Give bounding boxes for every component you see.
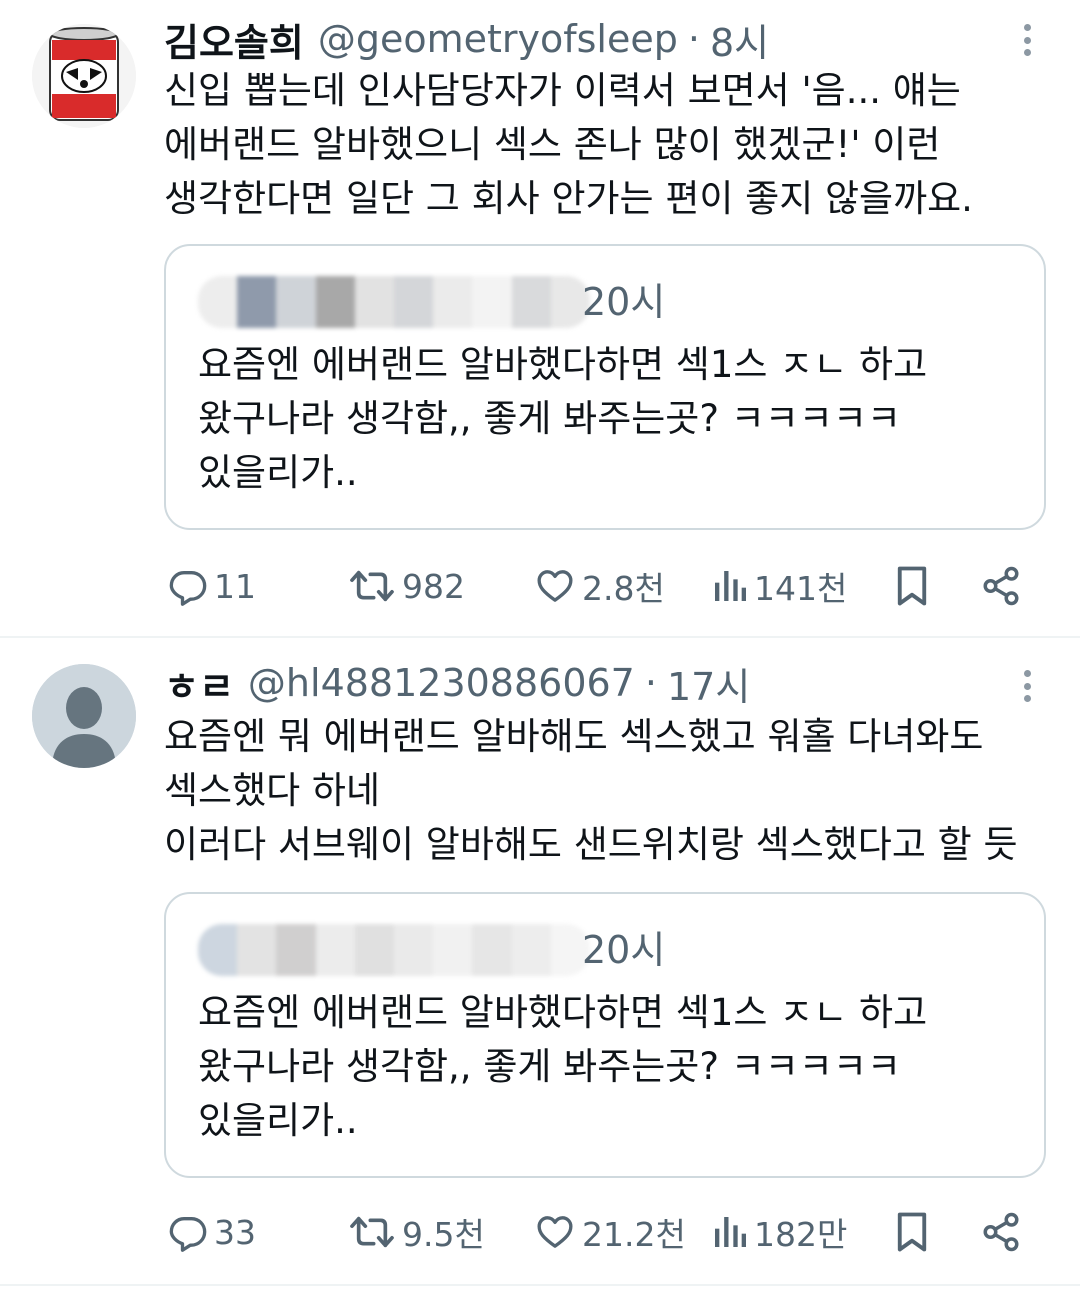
tweet-time[interactable]: 17시 [667,656,750,711]
author-handle[interactable]: @geometryofsleep [318,17,678,61]
views-count: 182만 [754,1215,848,1254]
share-icon [983,566,1019,606]
retweet-count: 9.5천 [402,1215,485,1254]
author-handle[interactable]: @hl4881230886067 [248,661,635,705]
reply-button[interactable]: 11 [168,556,256,616]
quoted-tweet-time: 20시 [582,928,666,972]
quoted-text-line: 왔구나라 생각함,, 좋게 봐주는곳? ㅋㅋㅋㅋㅋ [198,397,901,440]
like-icon [537,1216,573,1248]
separator-dot: · [644,661,657,705]
tweet-actions: 11 982 2.8천 141천 [0,556,1080,616]
share-button[interactable] [980,1202,1022,1262]
separator-dot: · [687,17,700,61]
badger-can-avatar-icon[interactable] [32,24,136,128]
bookmark-button[interactable] [894,1202,930,1262]
quoted-tweet-time: 20시 [582,280,666,324]
retweet-button[interactable]: 9.5천 [348,1202,485,1262]
tweet-text-line: 신입 뽑는데 인사담당자가 이력서 보면서 '음... 얘는 [164,69,961,112]
tweet-text-line: 이러다 서브웨이 알바해도 샌드위치랑 섹스했다고 할 듯 [164,823,1018,866]
blurred-quote-author [198,924,590,976]
views-icon [715,571,746,601]
reply-count: 11 [214,566,256,606]
like-icon [537,570,573,602]
more-options-icon[interactable] [1010,666,1044,706]
retweet-button[interactable]: 982 [348,556,465,616]
reply-count: 33 [214,1212,256,1252]
views-button[interactable]: 141천 [712,556,847,616]
share-icon [983,1212,1019,1252]
quoted-text-line: 있을리가.. [198,1099,358,1142]
tweet-text-line: 섹스했다 하네 [164,769,381,812]
retweet-icon [350,1216,394,1248]
tweet-actions: 33 9.5천 21.2천 182만 [0,1202,1080,1262]
like-count: 2.8천 [582,569,665,608]
author-display-name[interactable]: 김오솔희 [164,12,304,67]
quoted-text-line: 왔구나라 생각함,, 좋게 봐주는곳? ㅋㅋㅋㅋㅋ [198,1045,901,1088]
tweet-header: 김오솔희 @geometryofsleep · 8시 [164,12,769,67]
quoted-text-line: 요즘엔 에버랜드 알바했다하면 섹1스 ㅈㄴ 하고 [198,343,928,386]
tweet-text-line: 에버랜드 알바했으니 섹스 존나 많이 했겠군!' 이런 [164,123,941,166]
views-button[interactable]: 182만 [712,1202,847,1262]
like-count: 21.2천 [582,1215,686,1254]
author-display-name[interactable]: ㅎㄹ [164,656,234,711]
quoted-tweet-text: 요즘엔 에버랜드 알바했다하면 섹1스 ㅈㄴ 하고 왔구나라 생각함,, 좋게 … [198,986,927,1148]
tweet[interactable]: ㅎㄹ @hl4881230886067 · 17시 요즘엔 뭐 에버랜드 알바해… [0,638,1080,1284]
tweet[interactable]: 김오솔희 @geometryofsleep · 8시 신입 뽑는데 인사담당자가… [0,0,1080,637]
quoted-text-line: 있을리가.. [198,451,358,494]
default-person-avatar-icon[interactable] [32,664,136,768]
bookmark-icon [897,566,927,606]
bookmark-button[interactable] [894,556,930,616]
blurred-quote-author [198,276,590,328]
like-button[interactable]: 21.2천 [534,1202,686,1262]
reply-icon [169,571,207,606]
quoted-text-line: 요즘엔 에버랜드 알바했다하면 섹1스 ㅈㄴ 하고 [198,991,928,1034]
share-button[interactable] [980,556,1022,616]
quoted-tweet-text: 요즘엔 에버랜드 알바했다하면 섹1스 ㅈㄴ 하고 왔구나라 생각함,, 좋게 … [198,338,927,500]
reply-icon [169,1217,207,1252]
tweet-text: 신입 뽑는데 인사담당자가 이력서 보면서 '음... 얘는 에버랜드 알바했으… [164,64,1059,226]
tweet-text-line: 생각한다면 일단 그 회사 안가는 편이 좋지 않을까요. [164,177,973,220]
bookmark-icon [897,1212,927,1252]
like-button[interactable]: 2.8천 [534,556,665,616]
tweet-text-line: 요즘엔 뭐 에버랜드 알바해도 섹스했고 워홀 다녀와도 [164,715,984,758]
tweet-time[interactable]: 8시 [710,12,769,67]
views-count: 141천 [754,569,848,608]
tweet-text: 요즘엔 뭐 에버랜드 알바해도 섹스했고 워홀 다녀와도 섹스했다 하네 이러다… [164,710,1059,872]
tweet-divider [0,1284,1080,1286]
reply-button[interactable]: 33 [168,1202,256,1262]
more-options-icon[interactable] [1010,20,1044,60]
retweet-icon [350,570,394,602]
quoted-tweet[interactable]: 20시 요즘엔 에버랜드 알바했다하면 섹1스 ㅈㄴ 하고 왔구나라 생각함,,… [164,244,1046,530]
tweet-header: ㅎㄹ @hl4881230886067 · 17시 [164,656,750,711]
views-icon [715,1217,746,1247]
retweet-count: 982 [402,566,465,606]
quoted-tweet[interactable]: 20시 요즘엔 에버랜드 알바했다하면 섹1스 ㅈㄴ 하고 왔구나라 생각함,,… [164,892,1046,1178]
